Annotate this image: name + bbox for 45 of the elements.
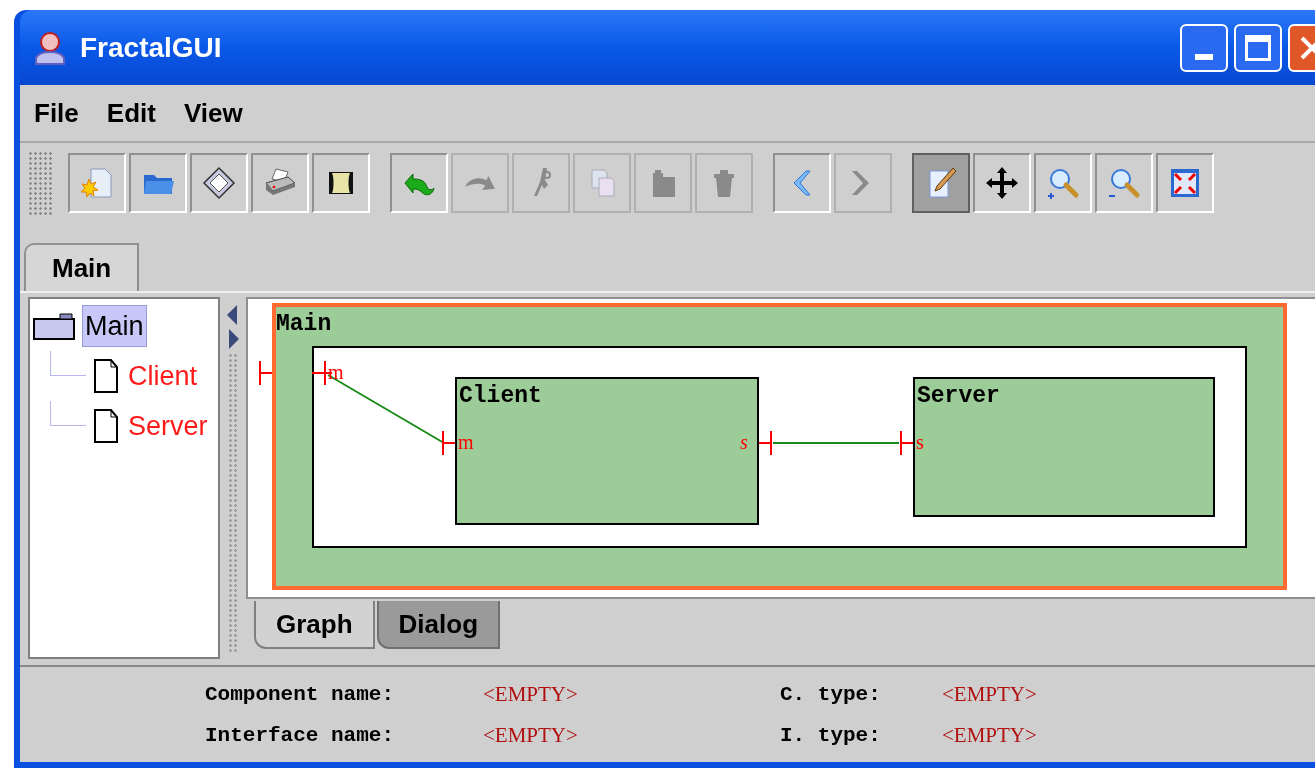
- field-value: <EMPTY>: [942, 724, 1038, 746]
- menu-item[interactable]: File: [34, 93, 79, 133]
- tab[interactable]: Graph: [254, 601, 375, 649]
- port-label: m: [328, 362, 344, 382]
- toolbar-button[interactable]: [312, 153, 370, 213]
- tree-item[interactable]: Main: [82, 304, 147, 348]
- collapse-left-icon[interactable]: [227, 305, 239, 325]
- tree-item[interactable]: Client: [126, 355, 200, 397]
- field-value: <EMPTY>: [483, 724, 579, 746]
- menu-item[interactable]: View: [183, 93, 243, 133]
- component-label: Server: [917, 385, 1000, 408]
- field-value: <EMPTY>: [483, 683, 579, 705]
- minimize-button[interactable]: [1180, 23, 1228, 72]
- port-label: s: [916, 432, 924, 452]
- maximize-icon: [1245, 34, 1271, 61]
- splitter-grip[interactable]: [228, 353, 238, 653]
- port-label: s: [740, 432, 748, 452]
- document-icon: [92, 358, 120, 394]
- tree-item[interactable]: Server: [126, 405, 210, 447]
- component-label: Client: [459, 385, 542, 408]
- tab[interactable]: Main: [24, 243, 140, 291]
- toolbar-button[interactable]: [190, 153, 248, 213]
- tab[interactable]: Dialog: [376, 601, 501, 649]
- toolbar-button[interactable]: [973, 153, 1031, 213]
- port-label: m: [458, 432, 474, 452]
- tree-branch-line: [50, 401, 86, 426]
- field-label: Interface name:: [205, 724, 396, 746]
- tree-branch-line: [50, 351, 86, 376]
- graph-canvas[interactable]: Main Client Server m m s s: [246, 297, 1315, 599]
- redo-arrow-icon: [464, 174, 496, 192]
- menu-item[interactable]: Edit: [106, 93, 156, 133]
- field-label: I. type:: [780, 724, 882, 746]
- minimize-icon: [1195, 53, 1213, 60]
- field-value: <EMPTY>: [942, 683, 1038, 705]
- maximize-button[interactable]: [1234, 23, 1282, 72]
- component-label: Main: [276, 313, 332, 336]
- new-file-icon: [79, 165, 115, 201]
- document-icon: [92, 408, 120, 444]
- move-arrows-icon: [984, 165, 1020, 201]
- folder-icon: [32, 311, 76, 341]
- window-title: FractalGUI: [80, 30, 222, 65]
- toolbar-grip[interactable]: [28, 151, 52, 215]
- field-label: C. type:: [780, 683, 882, 705]
- expand-right-icon[interactable]: [227, 329, 239, 349]
- field-label: Component name:: [205, 683, 396, 705]
